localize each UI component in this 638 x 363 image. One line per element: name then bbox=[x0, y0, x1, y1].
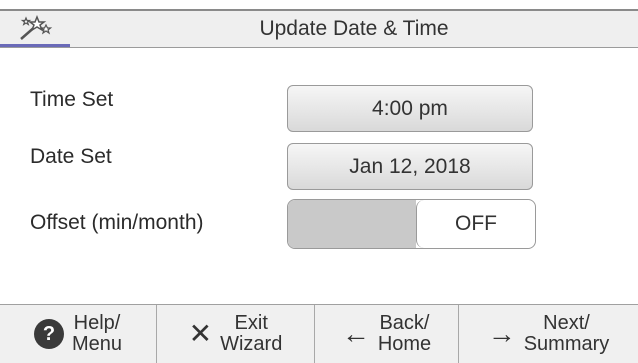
header-bar: Update Date & Time bbox=[0, 11, 638, 48]
next-summary-label: Next/Summary bbox=[523, 312, 610, 355]
toggle-knob bbox=[288, 200, 416, 248]
arrow-right-icon: → bbox=[487, 318, 516, 349]
offset-label: Offset (min/month) bbox=[30, 211, 204, 234]
back-home-label: Back/Home bbox=[377, 312, 432, 355]
time-set-button[interactable]: 4:00 pm bbox=[287, 85, 533, 132]
date-set-button[interactable]: Jan 12, 2018 bbox=[287, 143, 533, 190]
offset-toggle[interactable]: OFF bbox=[287, 199, 536, 249]
page-title: Update Date & Time bbox=[259, 17, 449, 40]
arrow-left-icon: ← bbox=[341, 318, 370, 349]
date-set-label: Date Set bbox=[30, 145, 112, 168]
back-home-button[interactable]: ← Back/Home bbox=[315, 305, 459, 363]
help-menu-button[interactable]: ? Help/Menu bbox=[0, 305, 157, 363]
wand-icon bbox=[20, 14, 53, 40]
time-set-label: Time Set bbox=[30, 88, 114, 111]
toggle-state-label: OFF bbox=[416, 200, 535, 248]
close-icon: ✕ bbox=[188, 318, 213, 349]
next-summary-button[interactable]: → Next/Summary bbox=[459, 305, 638, 363]
footer-bar: ? Help/Menu ✕ Exit Wizard ← Back/Home → N… bbox=[0, 304, 638, 363]
help-menu-label: Help/Menu bbox=[71, 312, 123, 355]
help-icon: ? bbox=[33, 319, 64, 349]
exit-wizard-label: Exit Wizard bbox=[220, 312, 283, 355]
wizard-tab[interactable] bbox=[0, 11, 70, 47]
exit-wizard-button[interactable]: ✕ Exit Wizard bbox=[157, 305, 315, 363]
